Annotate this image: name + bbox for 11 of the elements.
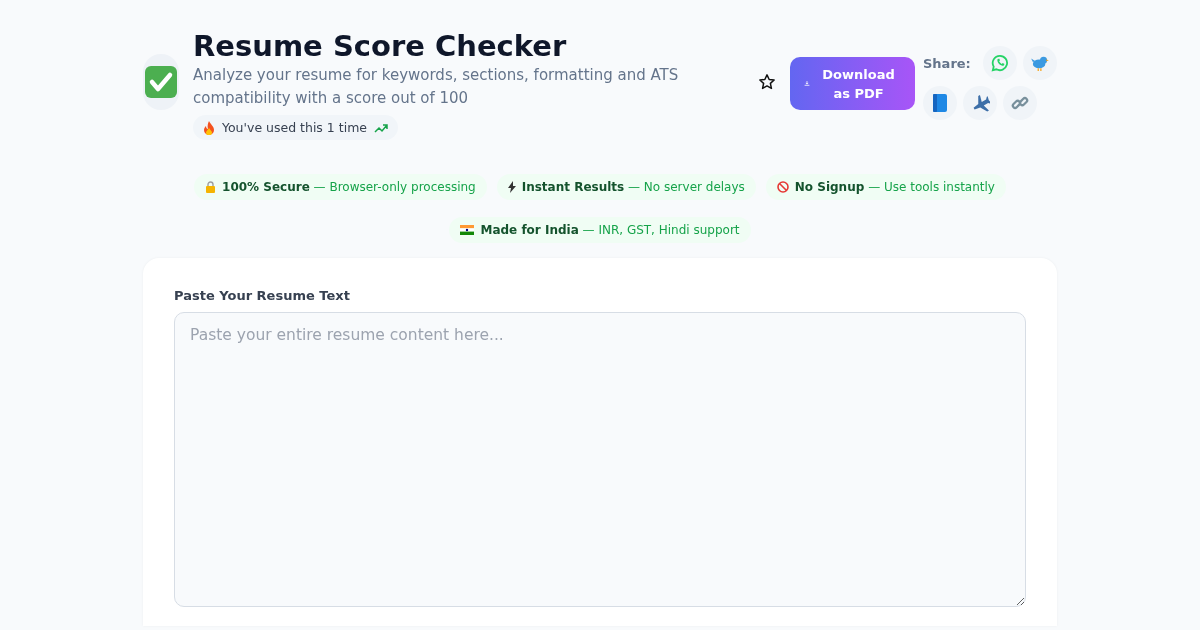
feature-text: Made for India — INR, GST, Hindi support (480, 223, 740, 237)
page-title: Resume Score Checker (193, 28, 568, 64)
usage-text: You've used this 1 time (222, 120, 368, 135)
resume-text-field[interactable]: Paste your entire resume content here... (174, 312, 1026, 607)
download-button[interactable]: Download as PDF (790, 57, 915, 110)
page-description: Analyze your resume for keywords, sections, formatting and ATS compatibility with a score out of 100 (193, 65, 680, 109)
share-label: Share: (923, 55, 971, 71)
feature-text: 100% Secure — Browser-only processing (222, 180, 476, 194)
feature-text: No Signup — Use tools instantly (794, 180, 995, 194)
feature-text: Instant Results — No server delays (521, 180, 745, 194)
input-label: Paste Your Resume Text (174, 288, 351, 303)
